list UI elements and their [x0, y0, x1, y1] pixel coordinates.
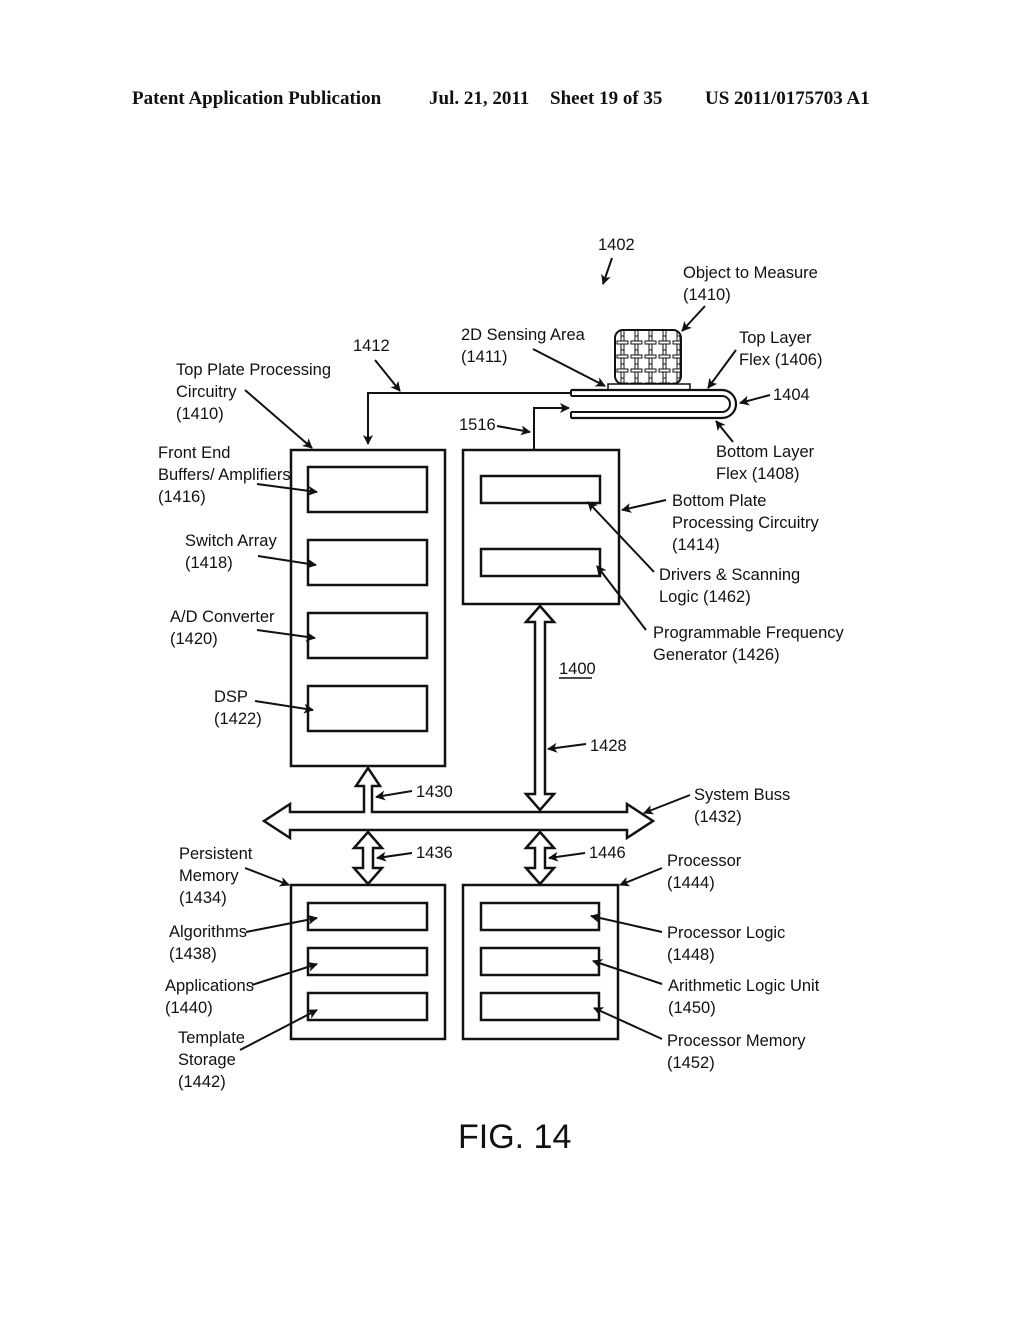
link-1446: 1446 — [523, 830, 626, 886]
system-ref-1400: 1400 — [559, 660, 596, 679]
svg-text:(1448): (1448) — [667, 946, 715, 964]
alu-block — [479, 946, 601, 977]
svg-text:(1422): (1422) — [214, 710, 262, 728]
svg-text:1516: 1516 — [459, 416, 496, 434]
svg-text:(1444): (1444) — [667, 874, 715, 892]
svg-text:Memory: Memory — [179, 867, 239, 885]
label-1430: 1430 — [375, 783, 453, 801]
svg-text:2D Sensing Area: 2D Sensing Area — [461, 326, 586, 344]
svg-text:1430: 1430 — [416, 783, 453, 801]
svg-text:DSP: DSP — [214, 688, 248, 706]
svg-text:(1452): (1452) — [667, 1054, 715, 1072]
top-plate-processing-box — [289, 448, 447, 768]
svg-text:1412: 1412 — [353, 337, 390, 355]
svg-text:Processor: Processor — [667, 852, 742, 870]
svg-text:Processor Memory: Processor Memory — [667, 1032, 806, 1050]
label-processor-memory: Processor Memory (1452) — [593, 1007, 806, 1072]
assembly-ref-1402: 1402 — [598, 236, 635, 285]
switch-array-block — [306, 538, 429, 587]
svg-text:Applications: Applications — [165, 977, 254, 995]
svg-text:(1411): (1411) — [461, 348, 507, 366]
object-to-measure — [614, 329, 682, 385]
svg-text:Object to Measure: Object to Measure — [683, 264, 818, 282]
svg-text:1404: 1404 — [773, 386, 810, 404]
svg-text:A/D Converter: A/D Converter — [170, 608, 275, 626]
label-alu: Arithmetic Logic Unit (1450) — [592, 959, 820, 1017]
svg-text:(1414): (1414) — [672, 536, 720, 554]
svg-text:Buffers/ Amplifiers: Buffers/ Amplifiers — [158, 466, 291, 484]
svg-text:Circuitry: Circuitry — [176, 383, 237, 401]
connection-1516: 1516 — [459, 403, 570, 450]
figure-14-diagram: 1402 Object to Measure (1410) 2D Sensing… — [158, 236, 844, 1156]
label-top-layer-flex: Top Layer Flex (1406) — [707, 329, 822, 389]
svg-text:(1442): (1442) — [178, 1073, 226, 1091]
svg-text:Logic (1462): Logic (1462) — [659, 588, 751, 606]
figure-caption: FIG. 14 — [458, 1118, 571, 1156]
label-bottom-layer-flex: Bottom Layer Flex (1408) — [715, 420, 815, 483]
label-object-to-measure: Object to Measure (1410) — [681, 264, 818, 332]
svg-text:1402: 1402 — [598, 236, 635, 254]
svg-text:(1440): (1440) — [165, 999, 213, 1017]
template-storage-block — [306, 991, 429, 1022]
svg-text:(1438): (1438) — [169, 945, 217, 963]
svg-text:(1418): (1418) — [185, 554, 233, 572]
svg-text:1446: 1446 — [589, 844, 626, 862]
processor-logic-block — [479, 901, 601, 932]
svg-text:Drivers & Scanning: Drivers & Scanning — [659, 566, 800, 584]
svg-text:(1410): (1410) — [683, 286, 731, 304]
svg-text:Programmable Frequency: Programmable Frequency — [653, 624, 844, 642]
svg-text:Top Layer: Top Layer — [739, 329, 812, 347]
svg-text:(1432): (1432) — [694, 808, 742, 826]
svg-text:Generator (1426): Generator (1426) — [653, 646, 780, 664]
label-top-plate: Top Plate Processing Circuitry (1410) — [176, 361, 331, 449]
svg-text:Persistent: Persistent — [179, 845, 253, 863]
svg-text:System Buss: System Buss — [694, 786, 790, 804]
flex-circuit-1404 — [570, 388, 738, 420]
svg-text:Flex (1406): Flex (1406) — [739, 351, 822, 369]
drivers-scanning-block — [479, 474, 602, 505]
svg-text:Bottom Plate: Bottom Plate — [672, 492, 766, 510]
dsp-block — [306, 684, 429, 733]
svg-text:Template: Template — [178, 1029, 245, 1047]
ad-converter-block — [306, 611, 429, 660]
svg-text:1436: 1436 — [416, 844, 453, 862]
svg-text:Top Plate Processing: Top Plate Processing — [176, 361, 331, 379]
label-sensing-area: 2D Sensing Area (1411) — [461, 326, 606, 387]
svg-text:Arithmetic Logic Unit: Arithmetic Logic Unit — [668, 977, 820, 995]
svg-text:Algorithms: Algorithms — [169, 923, 247, 941]
freq-generator-block — [479, 547, 602, 578]
svg-text:Front End: Front End — [158, 444, 230, 462]
label-system-bus: System Buss (1432) — [643, 786, 790, 826]
svg-text:1400: 1400 — [559, 660, 596, 678]
link-1436: 1436 — [351, 830, 453, 886]
bottom-plate-processing-box — [461, 448, 621, 606]
label-persistent-memory: Persistent Memory (1434) — [179, 845, 290, 907]
svg-text:Flex (1408): Flex (1408) — [716, 465, 799, 483]
svg-text:(1410): (1410) — [176, 405, 224, 423]
svg-text:Processing Circuitry: Processing Circuitry — [672, 514, 819, 532]
label-processor-logic: Processor Logic (1448) — [590, 913, 785, 964]
svg-text:Bottom Layer: Bottom Layer — [716, 443, 815, 461]
label-bottom-plate: Bottom Plate Processing Circuitry (1414) — [621, 492, 819, 554]
svg-text:(1450): (1450) — [668, 999, 716, 1017]
svg-text:(1434): (1434) — [179, 889, 227, 907]
front-end-buffers-block — [306, 465, 429, 514]
svg-text:(1420): (1420) — [170, 630, 218, 648]
svg-text:Switch Array: Switch Array — [185, 532, 277, 550]
processor-memory-block — [479, 991, 601, 1022]
svg-text:Storage: Storage — [178, 1051, 236, 1069]
svg-text:(1416): (1416) — [158, 488, 206, 506]
svg-text:Processor Logic: Processor Logic — [667, 924, 785, 942]
algorithms-block — [306, 901, 429, 932]
label-flex-1404: 1404 — [739, 386, 810, 406]
system-bus — [261, 765, 656, 841]
persistent-memory-box — [289, 883, 447, 1041]
applications-block — [306, 946, 429, 977]
label-processor: Processor (1444) — [619, 852, 742, 892]
link-1428: 1428 — [523, 604, 627, 812]
svg-text:1428: 1428 — [590, 737, 627, 755]
